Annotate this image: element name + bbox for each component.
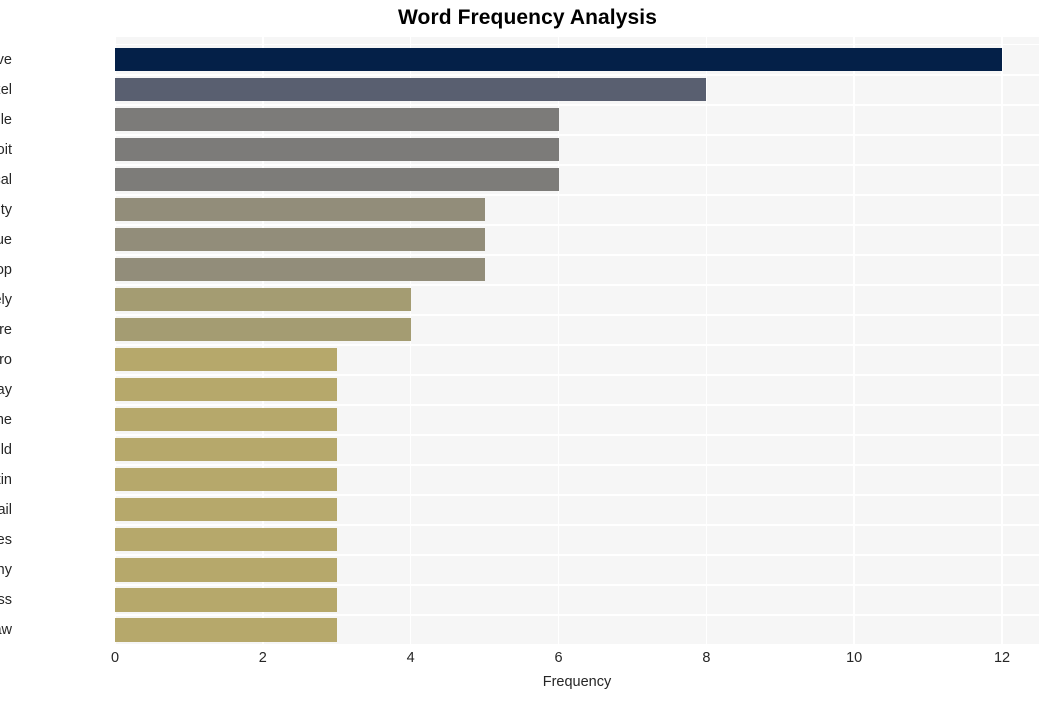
x-tick-label-10: 10 bbox=[846, 650, 863, 666]
y-tick-label-actively: actively bbox=[0, 291, 12, 308]
bar-company bbox=[115, 558, 337, 582]
y-tick-label-pixel: pixel bbox=[0, 81, 12, 98]
bar-row bbox=[115, 255, 1039, 285]
bar-bulletin bbox=[115, 468, 337, 492]
y-tick-label-vulnerabilities: vulnerabilities bbox=[0, 531, 12, 548]
bar-exploit bbox=[115, 138, 559, 162]
bar-cve bbox=[115, 48, 1003, 72]
bar-row bbox=[115, 75, 1039, 105]
bar-row bbox=[115, 405, 1039, 435]
bar-detail bbox=[115, 498, 337, 522]
plot-area bbox=[115, 37, 1039, 645]
bar-day bbox=[115, 378, 337, 402]
bar-row bbox=[115, 45, 1039, 75]
y-tick-label-exploit: exploit bbox=[0, 141, 12, 158]
y-tick-label-bulletin: bulletin bbox=[0, 471, 12, 488]
bar-vulnerabilities bbox=[115, 528, 337, 552]
bar-eop bbox=[115, 258, 485, 282]
x-tick-label-6: 6 bbox=[554, 650, 563, 666]
bar-row bbox=[115, 285, 1039, 315]
bar-row bbox=[115, 105, 1039, 135]
bar-row bbox=[115, 435, 1039, 465]
bar-firmware bbox=[115, 318, 411, 342]
y-tick-label-company: company bbox=[0, 561, 12, 578]
y-tick-label-security: security bbox=[0, 201, 12, 218]
y-tick-label-wild: wild bbox=[0, 441, 12, 458]
y-tick-label-day: day bbox=[0, 381, 12, 398]
x-tick-label-0: 0 bbox=[110, 650, 120, 666]
bar-critical bbox=[115, 168, 559, 192]
y-tick-label-zero: zero bbox=[0, 351, 12, 368]
bar-row bbox=[115, 555, 1039, 585]
bar-row bbox=[115, 225, 1039, 255]
x-tick-label-8: 8 bbox=[702, 650, 711, 666]
y-tick-label-issue: issue bbox=[0, 231, 12, 248]
y-tick-label-address: address bbox=[0, 591, 12, 608]
x-tick-label-12: 12 bbox=[993, 650, 1011, 666]
bar-actively bbox=[115, 288, 411, 312]
bar-flaw bbox=[115, 618, 337, 642]
bar-row bbox=[115, 465, 1039, 495]
y-tick-label-june: june bbox=[0, 411, 12, 428]
x-tick-label-2: 2 bbox=[258, 650, 267, 666]
y-tick-label-detail: detail bbox=[0, 501, 12, 518]
y-tick-label-firmware: firmware bbox=[0, 321, 12, 338]
bar-row bbox=[115, 615, 1039, 645]
bar-zero bbox=[115, 348, 337, 372]
bar-row bbox=[115, 195, 1039, 225]
bar-row bbox=[115, 585, 1039, 615]
bar-row bbox=[115, 315, 1039, 345]
y-tick-label-eop: eop bbox=[0, 261, 12, 278]
bar-row bbox=[115, 135, 1039, 165]
bar-issue bbox=[115, 228, 485, 252]
bar-row bbox=[115, 345, 1039, 375]
bar-row bbox=[115, 165, 1039, 195]
bar-security bbox=[115, 198, 485, 222]
word-frequency-chart: Word Frequency Analysis cve pixel google ex… bbox=[0, 0, 1055, 701]
bar-row bbox=[115, 525, 1039, 555]
chart-title: Word Frequency Analysis bbox=[397, 6, 658, 29]
y-tick-label-flaw: flaw bbox=[0, 621, 12, 638]
x-axis-label: Frequency bbox=[542, 674, 612, 690]
bar-row bbox=[115, 495, 1039, 525]
bar-address bbox=[115, 588, 337, 612]
x-tick-label-4: 4 bbox=[406, 650, 415, 666]
bar-wild bbox=[115, 438, 337, 462]
y-tick-label-critical: critical bbox=[0, 171, 12, 188]
y-tick-label-google: google bbox=[0, 111, 12, 128]
bar-google bbox=[115, 108, 559, 132]
y-tick-label-cve: cve bbox=[0, 51, 12, 68]
bar-june bbox=[115, 408, 337, 432]
bar-pixel bbox=[115, 78, 707, 102]
bar-row bbox=[115, 375, 1039, 405]
